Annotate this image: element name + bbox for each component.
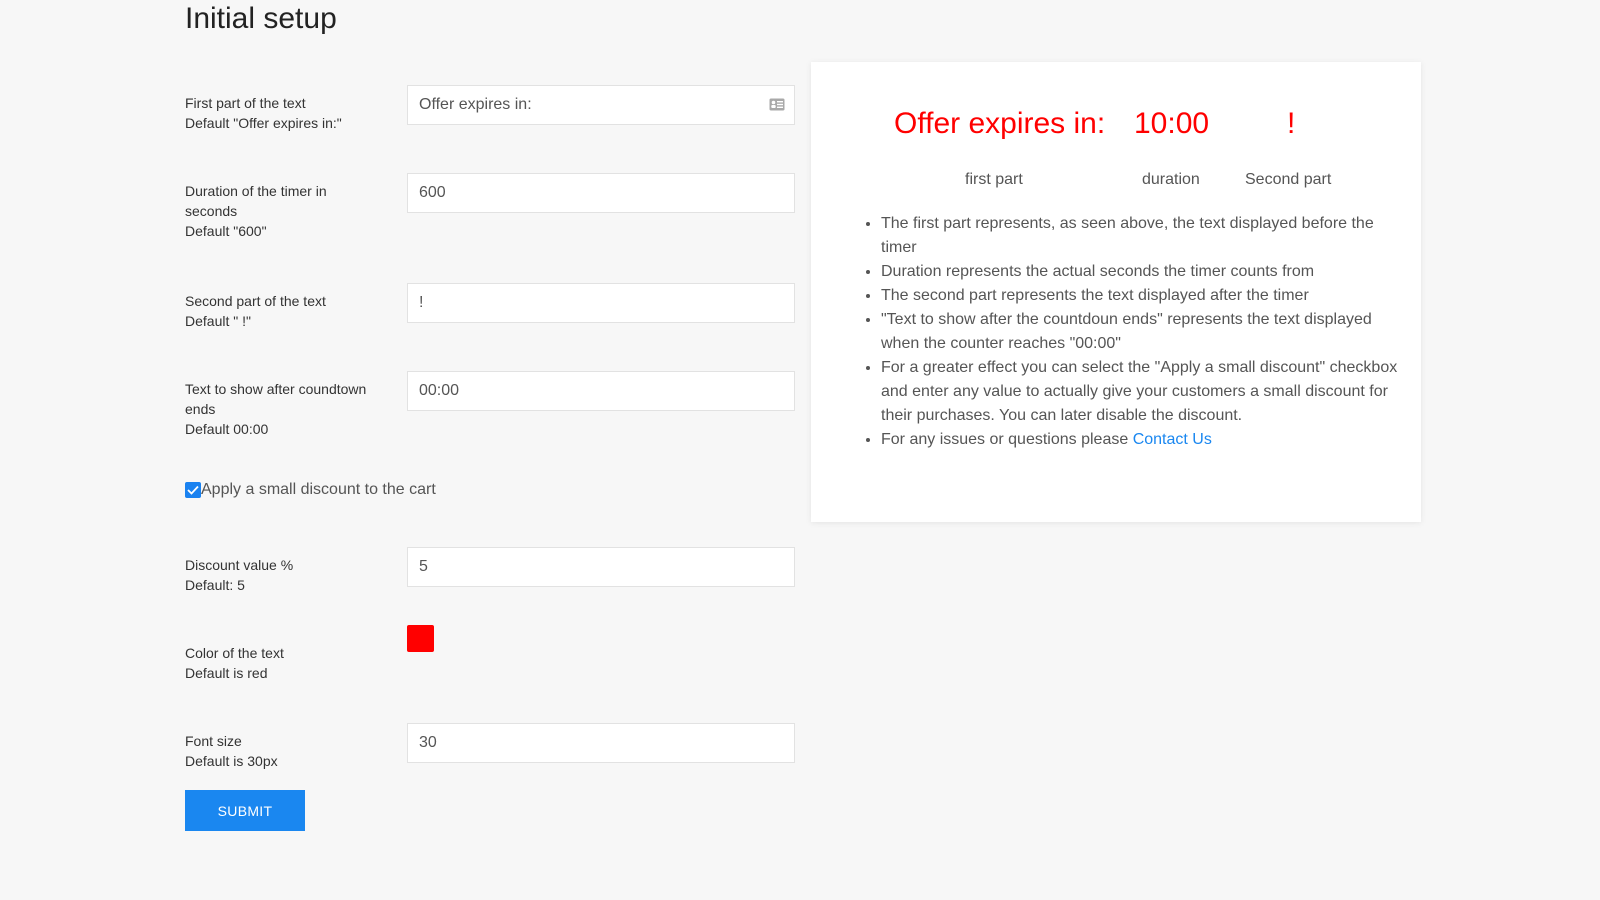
note-item: Duration represents the actual seconds t…: [881, 260, 1401, 284]
note-item: "Text to show after the countdoun ends" …: [881, 308, 1401, 356]
discount-checkbox-row[interactable]: Apply a small discount to the cart: [185, 481, 436, 499]
text-color-label: Color of the text Default is red: [185, 643, 395, 683]
after-text-input[interactable]: [407, 371, 795, 411]
preview-second-part: !: [1287, 107, 1296, 140]
preview-first-part: Offer expires in:: [894, 107, 1106, 140]
note-item: The second part represents the text disp…: [881, 284, 1401, 308]
preview-label-first-part: first part: [965, 171, 1023, 188]
text-color-label-title: Color of the text: [185, 645, 284, 661]
page-title: Initial setup: [185, 2, 337, 35]
font-size-input[interactable]: [407, 723, 795, 763]
font-size-label-default: Default is 30px: [185, 753, 278, 769]
page: Initial setup First part of the text Def…: [0, 0, 1600, 900]
duration-label: Duration of the timer in seconds Default…: [185, 181, 365, 241]
duration-label-default: Default "600": [185, 223, 267, 239]
text-color-swatch[interactable]: [407, 625, 434, 652]
second-part-label: Second part of the text Default " !": [185, 291, 395, 331]
submit-button[interactable]: SUBMIT: [185, 790, 305, 831]
preview-card: Offer expires in: 10:00 ! first part dur…: [811, 62, 1421, 522]
duration-label-title: Duration of the timer in seconds: [185, 183, 327, 219]
note-item: For a greater effect you can select the …: [881, 356, 1401, 428]
contact-card-icon[interactable]: [769, 98, 785, 111]
text-color-label-default: Default is red: [185, 665, 268, 681]
after-text-label-default: Default 00:00: [185, 421, 269, 437]
notes-list: The first part represents, as seen above…: [857, 212, 1401, 452]
discount-checkbox[interactable]: [185, 482, 201, 498]
checkmark-icon: [187, 485, 199, 495]
first-part-label-title: First part of the text: [185, 95, 306, 111]
font-size-label: Font size Default is 30px: [185, 731, 395, 771]
duration-input[interactable]: [407, 173, 795, 213]
preview-timer: 10:00: [1134, 107, 1210, 140]
font-size-label-title: Font size: [185, 733, 242, 749]
discount-value-input[interactable]: [407, 547, 795, 587]
discount-value-label: Discount value % Default: 5: [185, 555, 395, 595]
first-part-label-default: Default "Offer expires in:": [185, 115, 342, 131]
discount-value-label-title: Discount value %: [185, 557, 294, 573]
first-part-input[interactable]: [407, 85, 795, 125]
first-part-label: First part of the text Default "Offer ex…: [185, 93, 395, 133]
note-item-contact: For any issues or questions please Conta…: [881, 428, 1401, 452]
contact-prefix: For any issues or questions please: [881, 431, 1133, 448]
after-text-label: Text to show after coundtown ends Defaul…: [185, 379, 395, 439]
preview-label-second-part: Second part: [1245, 171, 1332, 188]
discount-checkbox-label: Apply a small discount to the cart: [201, 481, 436, 498]
second-part-label-default: Default " !": [185, 313, 251, 329]
preview-label-duration: duration: [1142, 171, 1200, 188]
after-text-label-title: Text to show after coundtown ends: [185, 381, 367, 417]
contact-us-link[interactable]: Contact Us: [1133, 431, 1212, 448]
note-item: The first part represents, as seen above…: [881, 212, 1401, 260]
second-part-input[interactable]: [407, 283, 795, 323]
second-part-label-title: Second part of the text: [185, 293, 326, 309]
discount-value-label-default: Default: 5: [185, 577, 245, 593]
